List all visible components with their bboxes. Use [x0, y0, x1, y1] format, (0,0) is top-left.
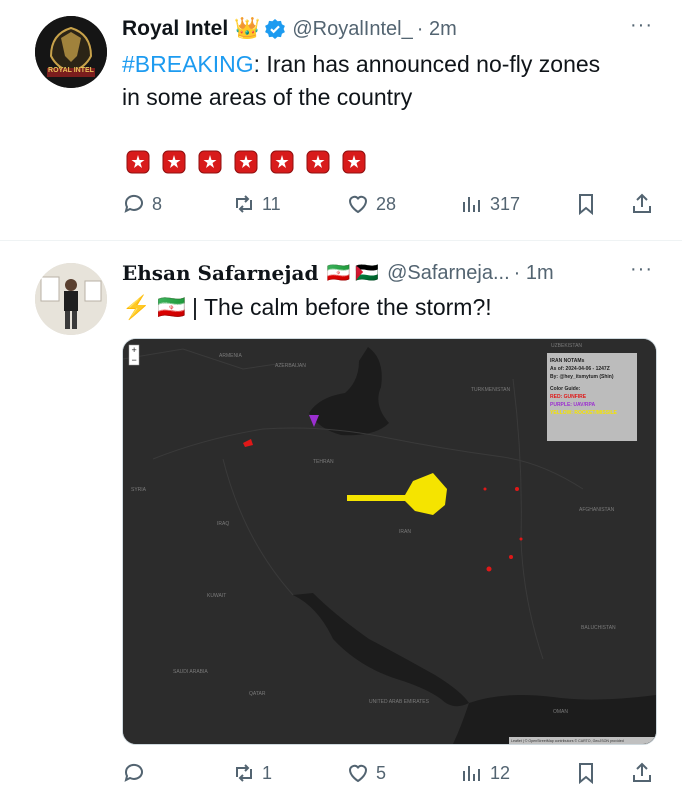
- siren-emoji: [197, 149, 223, 175]
- tweet-text: ⚡ 🇮🇷 | The calm before the storm?!: [122, 294, 492, 320]
- siren-emoji: [305, 149, 331, 175]
- flag-emojis: 🇮🇷 🇵🇸: [326, 263, 380, 284]
- map-label-turkmenistan: TURKMENISTAN: [471, 387, 510, 393]
- repost-icon: [236, 195, 252, 213]
- zoom-in-button: +: [132, 345, 137, 355]
- legend-purple: PURPLE: UAV/RPA: [550, 402, 595, 408]
- notam-red-point: [519, 537, 523, 541]
- more-options-icon[interactable]: ···: [630, 14, 653, 37]
- legend-title: IRAN NOTAMs: [550, 358, 585, 364]
- map-label-tehran: TEHRAN: [313, 459, 334, 465]
- reply-count: 8: [152, 193, 163, 214]
- more-options-icon[interactable]: ···: [630, 258, 653, 281]
- reply-icon: [124, 763, 143, 782]
- map-image[interactable]: ARMENIA AZERBAIJAN TURKMENISTAN UZBEKISTAN S…: [122, 338, 657, 745]
- action-bar: 8 11 28 317: [122, 192, 662, 222]
- siren-emoji: [269, 149, 295, 175]
- hashtag-link[interactable]: #BREAKING: [122, 51, 254, 77]
- tweet-ehsan-safarnejad[interactable]: Ehsan Safarnejad 🇮🇷 🇵🇸 @Safarneja... · 1…: [0, 241, 682, 800]
- repost-count: 1: [262, 762, 273, 783]
- map-label-saudi-arabia: SAUDI ARABIA: [173, 669, 208, 675]
- notam-red-point: [483, 487, 487, 491]
- repost-icon: [236, 764, 252, 782]
- map-label-afghanistan: AFGHANISTAN: [579, 507, 615, 513]
- siren-emoji: [341, 149, 367, 175]
- map-label-iraq: IRAQ: [217, 521, 229, 527]
- tweet-royal-intel[interactable]: ROYAL INTEL Royal Intel 👑 @RoyalIntel_ ·…: [0, 0, 682, 240]
- royal-intel-logo: [35, 16, 107, 88]
- views-chart-icon: [463, 197, 480, 212]
- heart-icon: [348, 195, 368, 214]
- views-chart-icon: [463, 766, 480, 781]
- bookmark-icon: [579, 763, 593, 785]
- siren-emoji: [233, 149, 259, 175]
- heart-icon: [348, 764, 368, 783]
- map-label-baluchistan: BALUCHISTAN: [581, 625, 616, 631]
- map-attribution: Leaflet | © OpenStreetMap contributors ©…: [511, 739, 624, 743]
- map-label-oman: OMAN: [553, 709, 568, 715]
- legend-red: RED: GUNFIRE: [550, 394, 587, 400]
- map-label-armenia: ARMENIA: [219, 353, 242, 359]
- repost-button[interactable]: 1: [232, 761, 272, 785]
- notam-red-point: [486, 566, 492, 572]
- legend-yellow: YELLOW: ROCKET/MISSILE: [550, 410, 618, 416]
- verified-icon: [264, 18, 286, 40]
- like-count: 28: [376, 193, 397, 214]
- bookmark-button[interactable]: [574, 192, 604, 216]
- legend-asof: As of: 2024-04-06 - 1247Z: [550, 366, 610, 372]
- avatar[interactable]: ROYAL INTEL: [35, 16, 107, 88]
- tweet-text: #BREAKING: Iran has announced no-fly zon…: [122, 48, 600, 114]
- crown-emoji: 👑: [234, 17, 261, 40]
- handle[interactable]: @RoyalIntel_: [292, 18, 412, 41]
- view-count: 12: [490, 762, 511, 783]
- repost-count: 11: [262, 193, 281, 214]
- siren-emoji-row: [125, 148, 377, 176]
- reply-button[interactable]: 8: [122, 192, 162, 216]
- map-label-uzbekistan: UZBEKISTAN: [551, 343, 582, 349]
- share-icon: [633, 193, 651, 213]
- notam-red-point: [509, 555, 513, 559]
- bookmark-button[interactable]: [574, 761, 604, 785]
- views-button[interactable]: 317: [460, 192, 520, 216]
- gulf-of-oman: [453, 695, 656, 744]
- share-button[interactable]: [630, 761, 660, 785]
- map-label-united-arab-emirates: UNITED ARAB EMIRATES: [369, 699, 430, 705]
- map-label-iran: IRAN: [399, 529, 411, 535]
- reply-icon: [124, 194, 143, 213]
- siren-emoji: [125, 149, 151, 175]
- share-button[interactable]: [630, 192, 660, 216]
- zoom-out-button: −: [132, 355, 137, 365]
- avatar[interactable]: [35, 263, 107, 335]
- legend-by: By: @hey_itsmytum (Shin): [550, 374, 614, 380]
- map-label-kuwait: KUWAIT: [207, 593, 226, 599]
- tweet-text-line1: : Iran has announced no-fly zones: [253, 51, 601, 77]
- like-count: 5: [376, 762, 387, 783]
- iran-notam-map: ARMENIA AZERBAIJAN TURKMENISTAN UZBEKISTAN S…: [123, 339, 656, 744]
- views-button[interactable]: 12: [460, 761, 510, 785]
- profile-photo: [35, 263, 107, 335]
- map-label-azerbaijan: AZERBAIJAN: [275, 363, 306, 369]
- action-bar: 1 5 12: [122, 761, 662, 791]
- repost-button[interactable]: 11: [232, 192, 281, 216]
- display-name[interactable]: Royal Intel: [122, 17, 228, 41]
- timestamp[interactable]: · 2m: [417, 18, 457, 41]
- display-name[interactable]: Ehsan Safarnejad: [122, 261, 318, 285]
- like-button[interactable]: 5: [346, 761, 386, 785]
- siren-emoji: [161, 149, 187, 175]
- bookmark-icon: [579, 194, 593, 216]
- view-count: 317: [490, 193, 521, 214]
- like-button[interactable]: 28: [346, 192, 396, 216]
- share-icon: [633, 762, 651, 782]
- map-label-syria: SYRIA: [131, 487, 147, 493]
- timestamp[interactable]: · 1m: [514, 262, 554, 285]
- reply-button[interactable]: [122, 761, 152, 785]
- map-label-qatar: QATAR: [249, 691, 266, 697]
- avatar-logo-text: ROYAL INTEL: [48, 67, 94, 74]
- notam-red-point: [515, 487, 519, 491]
- legend-guide: Color Guide:: [550, 386, 581, 392]
- handle[interactable]: @Safarneja...: [387, 262, 510, 285]
- tweet-text-line2: in some areas of the country: [122, 84, 413, 110]
